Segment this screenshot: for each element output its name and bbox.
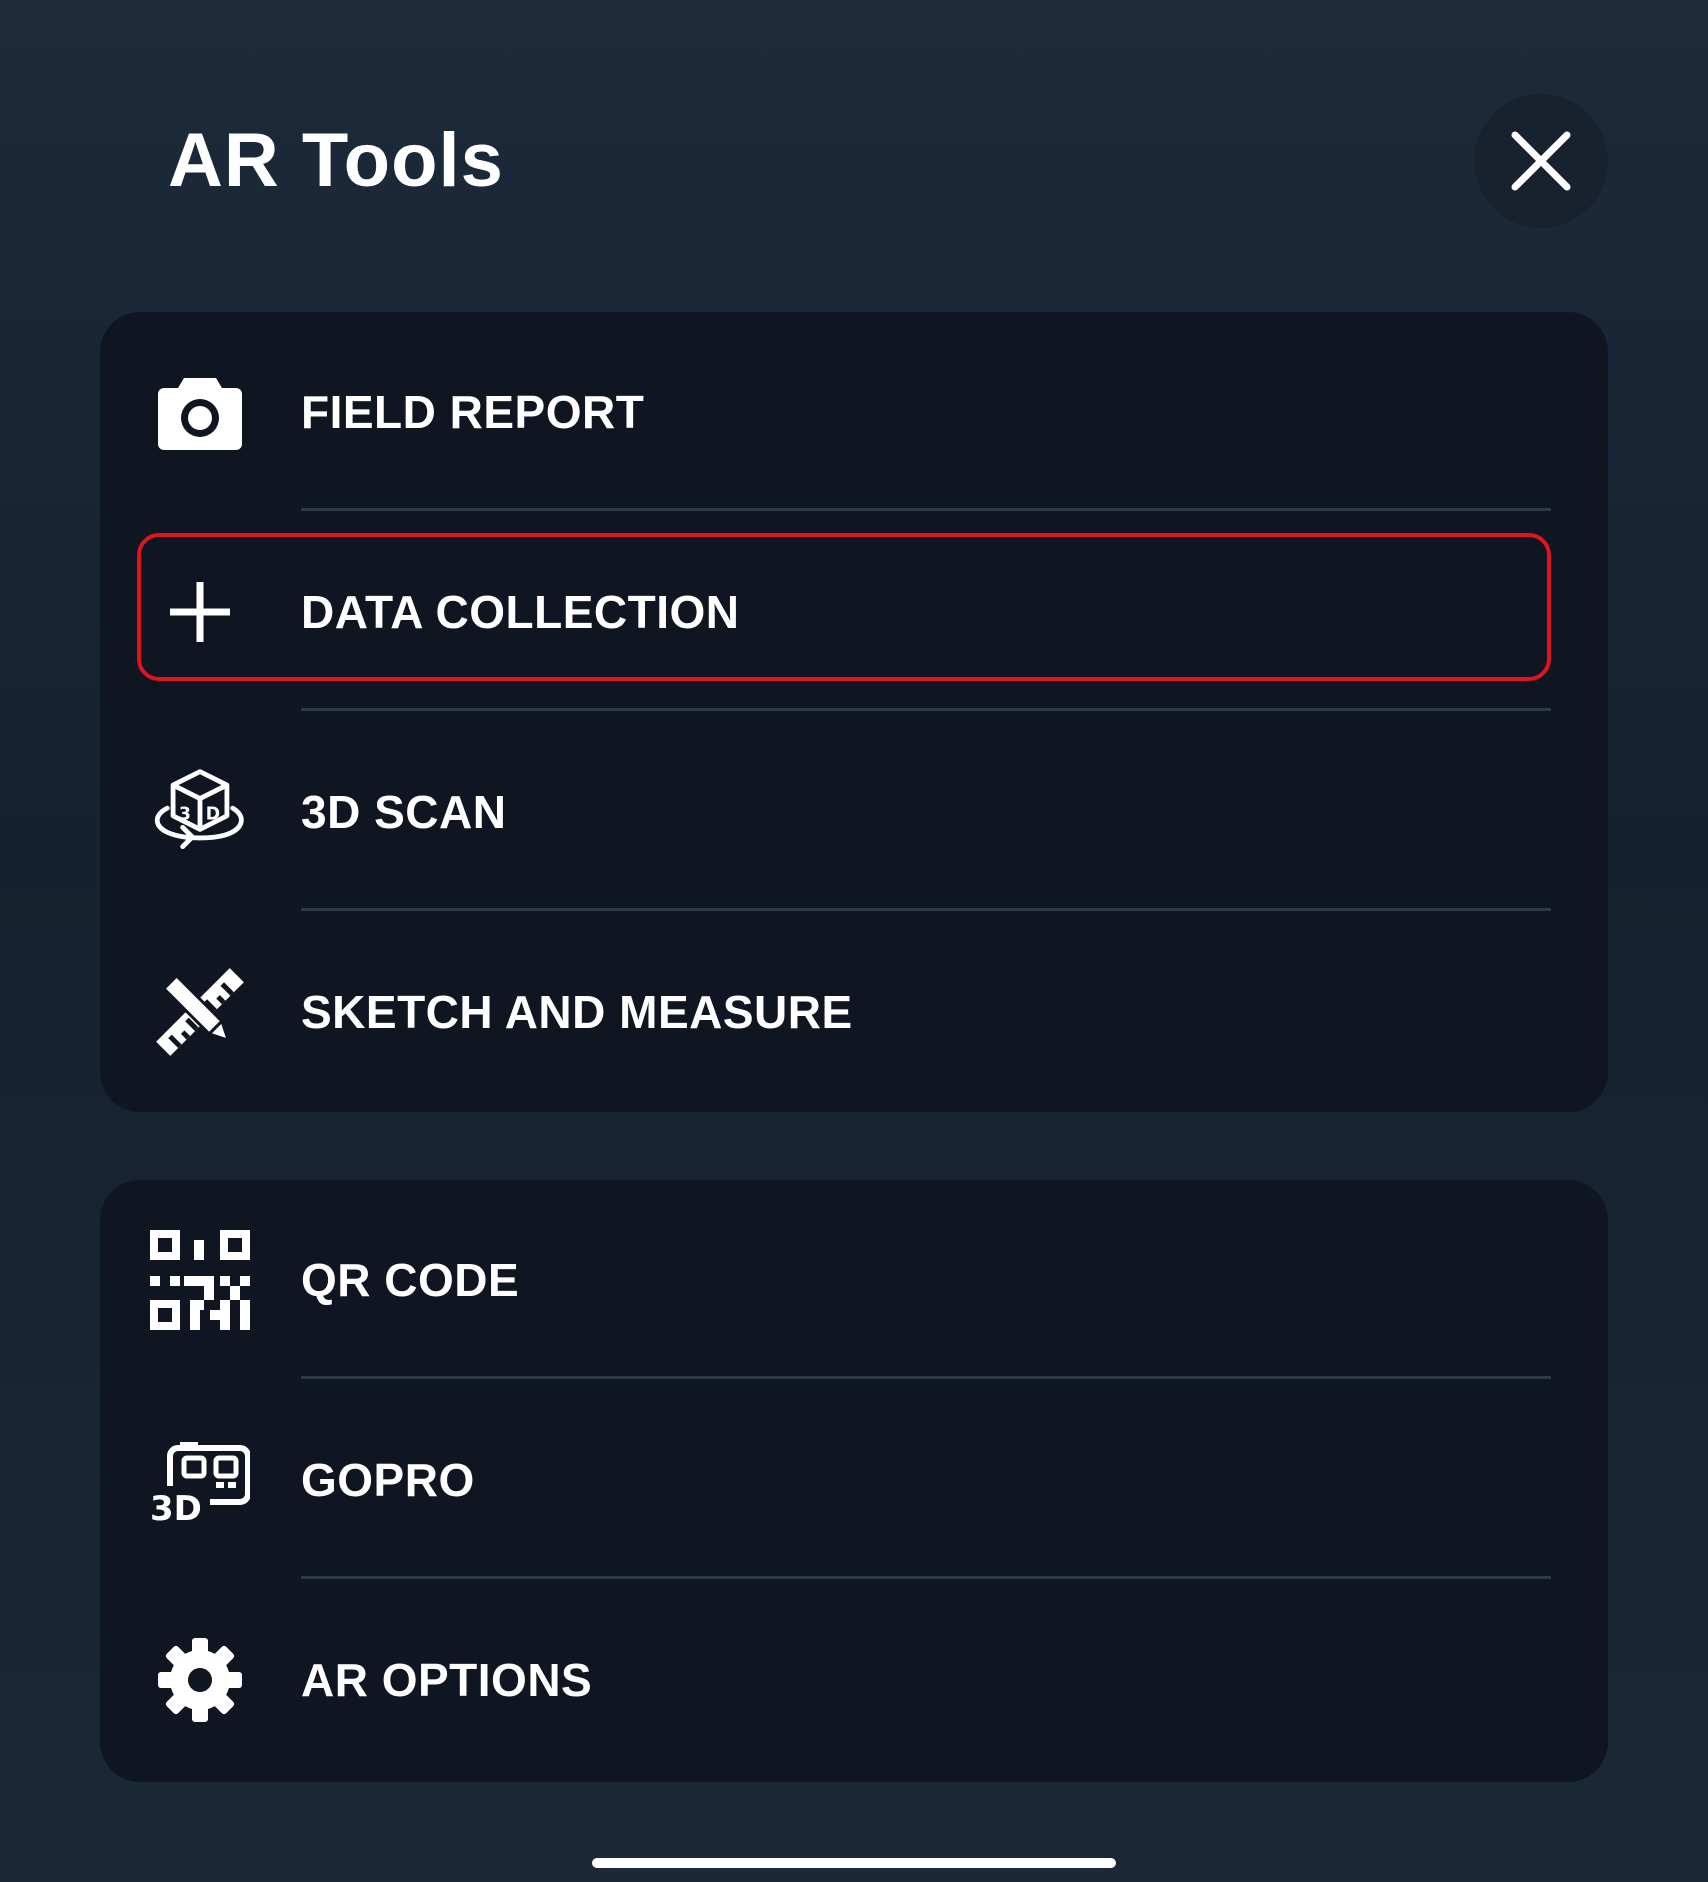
close-icon — [1511, 131, 1571, 191]
tools-card-primary: FIELD REPORT DATA COLLECTION 3 D 3D SCAN — [100, 312, 1608, 1112]
gear-icon — [150, 1630, 250, 1730]
divider — [301, 908, 1551, 911]
divider — [301, 508, 1551, 511]
menu-item-qr-code[interactable]: QR CODE — [100, 1180, 1608, 1380]
menu-item-data-collection[interactable]: DATA COLLECTION — [100, 512, 1608, 712]
plus-icon — [150, 562, 250, 662]
tools-card-secondary: QR CODE 3D GOPRO AR OPTIONS — [100, 1180, 1608, 1782]
svg-text:D: D — [206, 805, 220, 825]
3d-cube-icon: 3 D — [150, 762, 250, 862]
svg-text:3D: 3D — [150, 1489, 202, 1522]
menu-item-label: FIELD REPORT — [301, 386, 645, 438]
menu-item-3d-scan[interactable]: 3 D 3D SCAN — [100, 712, 1608, 912]
menu-item-label: DATA COLLECTION — [301, 586, 740, 638]
menu-item-label: GOPRO — [301, 1454, 475, 1506]
menu-item-label: AR OPTIONS — [301, 1654, 593, 1706]
svg-text:3: 3 — [179, 805, 191, 825]
divider — [301, 708, 1551, 711]
qr-code-icon — [150, 1230, 250, 1330]
menu-item-label: SKETCH AND MEASURE — [301, 986, 853, 1038]
ruler-pencil-icon — [150, 962, 250, 1062]
menu-item-gopro[interactable]: 3D GOPRO — [100, 1380, 1608, 1580]
close-button[interactable] — [1474, 94, 1608, 228]
page-title: AR Tools — [168, 118, 504, 203]
menu-item-label: 3D SCAN — [301, 786, 507, 838]
menu-item-ar-options[interactable]: AR OPTIONS — [100, 1580, 1608, 1780]
menu-item-label: QR CODE — [301, 1254, 520, 1306]
divider — [301, 1376, 1551, 1379]
camera-icon — [150, 362, 250, 462]
home-indicator — [592, 1858, 1116, 1868]
gopro-3d-icon: 3D — [150, 1430, 250, 1530]
divider — [301, 1576, 1551, 1579]
menu-item-field-report[interactable]: FIELD REPORT — [100, 312, 1608, 512]
menu-item-sketch-and-measure[interactable]: SKETCH AND MEASURE — [100, 912, 1608, 1112]
